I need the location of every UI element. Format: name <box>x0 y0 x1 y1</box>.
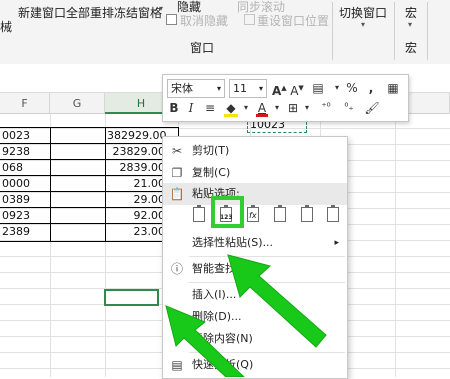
mini-toolbar: 宋体 ▾ 11 ▾ A▲ A▼ ▤ ▾ % , ▦ B I ≡ ◆ ▾ A ▾ ⊞ … <box>162 74 409 122</box>
menu-item-paste-special[interactable]: 选择性粘贴(S)... ▸ <box>163 232 347 254</box>
smart-lookup-icon: ⓘ <box>170 262 183 276</box>
number-format-dropdown-icon[interactable]: ▾ <box>332 79 342 97</box>
cell-f5[interactable]: 0389 <box>2 192 30 208</box>
active-cell[interactable] <box>104 289 159 306</box>
scissors-icon: ✂ <box>171 144 183 158</box>
paste-button[interactable] <box>190 204 208 226</box>
macro-dropdown-icon[interactable]: ▾ <box>408 20 412 29</box>
reset-window-button[interactable]: 重设窗口位置 <box>257 12 329 29</box>
menu-item-paste-options: 📋 粘贴选项: <box>163 183 347 205</box>
decrease-decimal-icon[interactable]: ⁰₊ <box>339 99 359 117</box>
submenu-arrow-icon: ▸ <box>334 238 339 248</box>
cell-f6[interactable]: 0923 <box>2 208 30 224</box>
switch-window-dropdown-icon[interactable]: ▾ <box>361 20 365 29</box>
paste-formatting-button[interactable] <box>298 204 316 226</box>
unhide-icon <box>166 14 177 25</box>
delete-label: 删除(D)... <box>192 310 242 323</box>
borders-icon[interactable]: ⊞ <box>285 99 301 117</box>
quick-analysis-icon: ▤ <box>171 358 183 372</box>
size-dropdown-icon[interactable]: ▾ <box>259 80 263 97</box>
paste-formulas-button[interactable]: fx <box>244 204 262 226</box>
font-name-box[interactable]: 宋体 ▾ <box>167 79 225 98</box>
cell-f4[interactable]: 0000 <box>2 176 30 192</box>
fill-color-icon[interactable]: ◆ <box>223 99 239 117</box>
macro-group-label: 宏 <box>405 41 418 55</box>
comma-button[interactable]: , <box>366 79 376 97</box>
menu-item-insert[interactable]: 插入(I)... <box>163 284 347 306</box>
menu-item-delete[interactable]: 删除(D)... <box>163 306 347 328</box>
menu-item-clear-contents[interactable]: 清除内容(N) <box>163 328 347 350</box>
new-window-button[interactable]: 新建窗口 <box>18 4 66 21</box>
cell-h3[interactable]: 2839.00 <box>107 160 166 176</box>
align-center-icon[interactable]: ≡ <box>203 99 217 117</box>
clear-contents-label: 清除内容(N) <box>192 332 253 345</box>
context-menu: ✂ 剪切(T) ❐ 复制(C) 📋 粘贴选项: 选择性粘贴(S)... ▸ ⓘ … <box>162 136 348 379</box>
paste-formatting-icon <box>301 205 313 222</box>
decrease-font-icon[interactable]: A▼ <box>290 79 304 98</box>
cell-f3[interactable]: 068 <box>2 160 23 176</box>
cut-label: 剪切(T) <box>192 144 230 157</box>
format-painter-icon[interactable]: 🖌 <box>364 99 380 117</box>
macro-button[interactable]: 宏 <box>405 4 417 21</box>
cell-f7[interactable]: 2389 <box>2 224 30 240</box>
menu-item-copy[interactable]: ❐ 复制(C) <box>163 162 347 184</box>
cell-h2[interactable]: 23829.00 <box>107 144 166 160</box>
menu-item-smart-lookup[interactable]: ⓘ 智能查找(L) <box>163 258 347 280</box>
font-dropdown-icon[interactable]: ▾ <box>217 80 221 97</box>
percent-button[interactable]: % <box>345 79 359 97</box>
increase-decimal-icon[interactable]: ⁺⁰ <box>316 99 336 117</box>
paste-link-icon <box>327 205 339 222</box>
paste-link-button[interactable] <box>324 204 342 226</box>
paste-transpose-button[interactable] <box>271 204 289 226</box>
fill-color-dropdown-icon[interactable]: ▾ <box>241 99 251 117</box>
cell-h4[interactable]: 21.00 <box>107 176 166 192</box>
ribbon-partial-label: 械 <box>0 20 13 34</box>
number-format-icon[interactable]: ▤ <box>310 79 326 97</box>
smart-lookup-label: 智能查找(L) <box>192 262 251 275</box>
paste-formulas-icon: fx <box>247 205 259 222</box>
freeze-panes-dropdown-icon[interactable]: ▾ <box>159 5 165 13</box>
paste-transpose-icon <box>274 205 286 222</box>
cell-h7[interactable]: 23.00 <box>107 224 166 240</box>
cell-f2[interactable]: 9238 <box>2 144 30 160</box>
bold-button[interactable]: B <box>167 99 181 117</box>
menu-item-quick-analysis[interactable]: ▤ 快速分析(Q) <box>163 354 347 376</box>
column-header-g[interactable]: G <box>50 93 105 114</box>
cell-h6[interactable]: 92.00 <box>107 208 166 224</box>
font-color-dropdown-icon[interactable]: ▾ <box>272 99 282 117</box>
column-header-f[interactable]: F <box>0 93 50 114</box>
unhide-button[interactable]: 取消隐藏 <box>180 12 228 29</box>
copy-label: 复制(C) <box>192 166 231 179</box>
increase-font-icon[interactable]: A▲ <box>272 79 287 98</box>
freeze-panes-button[interactable]: 冻结窗格 <box>114 4 162 21</box>
switch-window-button[interactable]: 切换窗口 <box>339 4 387 21</box>
rearrange-all-button[interactable]: 全部重排 <box>66 4 114 21</box>
font-size-box[interactable]: 11 ▾ <box>229 79 267 98</box>
paste-special-label: 选择性粘贴(S)... <box>192 236 274 249</box>
menu-item-cut[interactable]: ✂ 剪切(T) <box>163 140 347 162</box>
font-size-value: 11 <box>233 82 247 95</box>
paste-clipboard-icon <box>193 205 205 222</box>
copy-icon: ❐ <box>171 166 183 180</box>
italic-button[interactable]: I <box>185 99 197 117</box>
ribbon: 械 新建窗口 全部重排 冻结窗格 ▾ 隐藏 取消隐藏 同步滚动 重设窗口位置 窗… <box>0 0 450 65</box>
font-color-icon[interactable]: A <box>255 99 269 117</box>
font-name-value: 宋体 <box>171 82 193 95</box>
clipboard-icon: 📋 <box>169 187 185 201</box>
cell-f1[interactable]: 0023 <box>2 128 30 144</box>
cell-h1[interactable]: 382929.00 <box>107 128 167 144</box>
table-format-icon[interactable]: ▦ <box>385 79 401 97</box>
reset-window-icon <box>244 14 255 25</box>
cell-h5[interactable]: 29.00 <box>107 192 166 208</box>
window-group-label: 窗口 <box>190 41 215 55</box>
borders-dropdown-icon[interactable]: ▾ <box>302 99 312 117</box>
paste-values-highlight <box>211 196 244 228</box>
quick-analysis-label: 快速分析(Q) <box>192 358 254 371</box>
insert-label: 插入(I)... <box>192 288 237 301</box>
